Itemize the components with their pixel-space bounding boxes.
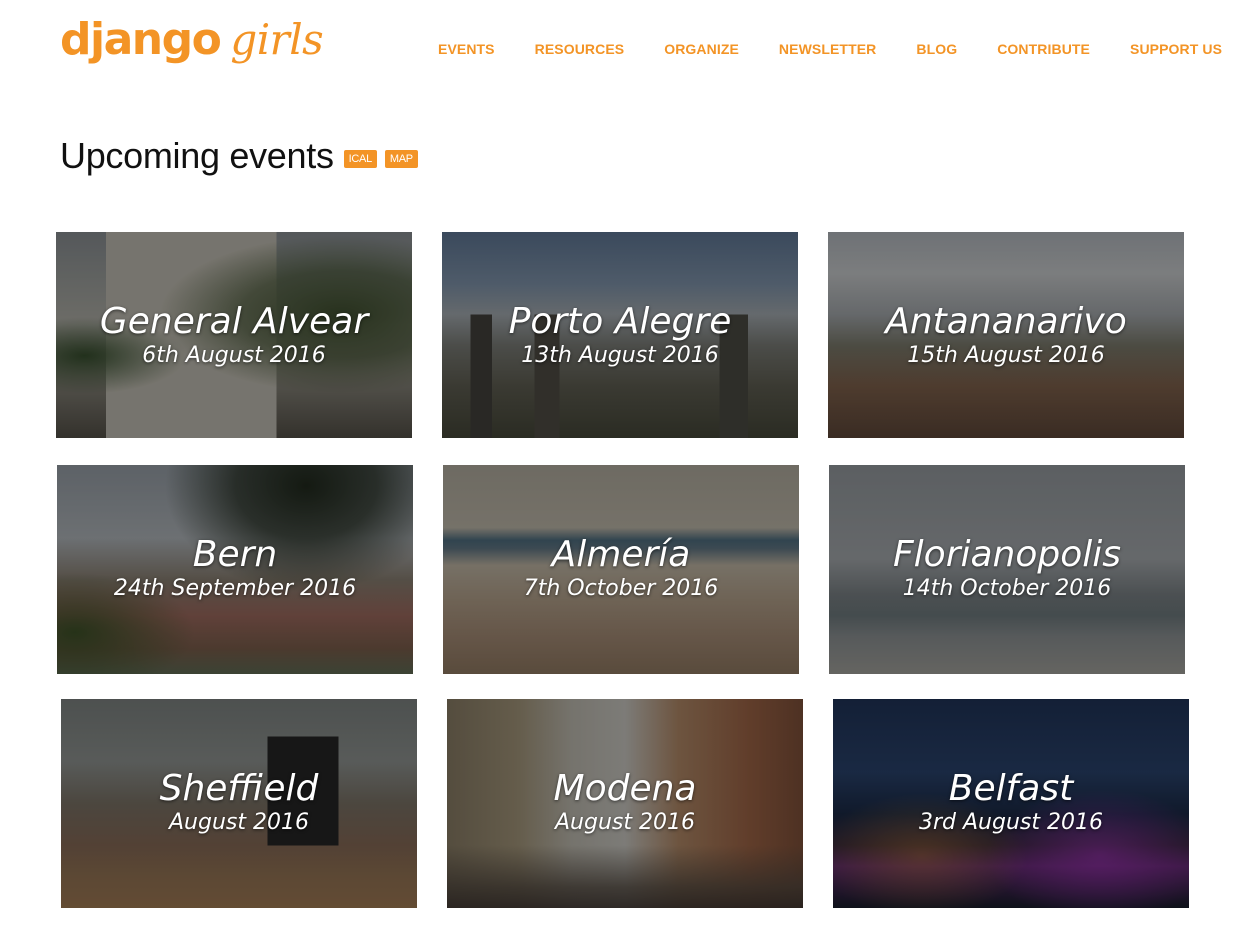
event-city: Modena — [553, 768, 697, 809]
nav-events[interactable]: EVENTS — [438, 41, 495, 57]
event-city: Bern — [192, 534, 278, 575]
event-card-general-alvear[interactable]: General Alvear 6th August 2016 — [56, 232, 412, 438]
event-date: 24th September 2016 — [113, 576, 357, 601]
event-card-belfast[interactable]: Belfast 3rd August 2016 — [833, 699, 1189, 908]
event-card-bern[interactable]: Bern 24th September 2016 — [57, 465, 413, 674]
page-title-text: Upcoming events — [60, 135, 334, 176]
logo-django-text: django — [60, 14, 222, 65]
ical-button[interactable]: ICAL — [343, 150, 377, 168]
event-city: Porto Alegre — [508, 301, 732, 342]
event-date: 13th August 2016 — [521, 343, 719, 368]
logo-girls-text: girls — [230, 15, 324, 64]
event-date: August 2016 — [555, 810, 695, 835]
event-card-porto-alegre[interactable]: Porto Alegre 13th August 2016 — [442, 232, 798, 438]
django-girls-logo[interactable]: django girls — [60, 14, 324, 65]
nav-resources[interactable]: RESOURCES — [535, 41, 625, 57]
nav-blog[interactable]: BLOG — [916, 41, 957, 57]
event-card-antananarivo[interactable]: Antananarivo 15th August 2016 — [828, 232, 1184, 438]
event-date: 14th October 2016 — [902, 576, 1112, 601]
event-card-almeria[interactable]: Almería 7th October 2016 — [443, 465, 799, 674]
event-city: General Alvear — [99, 301, 369, 342]
event-date: 3rd August 2016 — [919, 810, 1103, 835]
event-city: Florianopolis — [892, 534, 1122, 575]
event-card-modena[interactable]: Modena August 2016 — [447, 699, 803, 908]
nav-support-us[interactable]: SUPPORT US — [1130, 41, 1222, 57]
event-date: August 2016 — [169, 810, 309, 835]
main-navigation: EVENTS RESOURCES ORGANIZE NEWSLETTER BLO… — [438, 41, 1222, 57]
nav-newsletter[interactable]: NEWSLETTER — [779, 41, 876, 57]
event-city: Sheffield — [159, 768, 319, 809]
event-date: 6th August 2016 — [142, 343, 326, 368]
event-city: Almería — [551, 534, 691, 575]
nav-organize[interactable]: ORGANIZE — [664, 41, 739, 57]
event-city: Antananarivo — [885, 301, 1127, 342]
event-city: Belfast — [948, 768, 1074, 809]
map-button[interactable]: MAP — [384, 150, 418, 168]
event-date: 7th October 2016 — [523, 576, 719, 601]
event-card-sheffield[interactable]: Sheffield August 2016 — [61, 699, 417, 908]
page-title: Upcoming events ICAL MAP — [60, 132, 418, 180]
nav-contribute[interactable]: CONTRIBUTE — [997, 41, 1090, 57]
event-date: 15th August 2016 — [907, 343, 1105, 368]
event-card-florianopolis[interactable]: Florianopolis 14th October 2016 — [829, 465, 1185, 674]
